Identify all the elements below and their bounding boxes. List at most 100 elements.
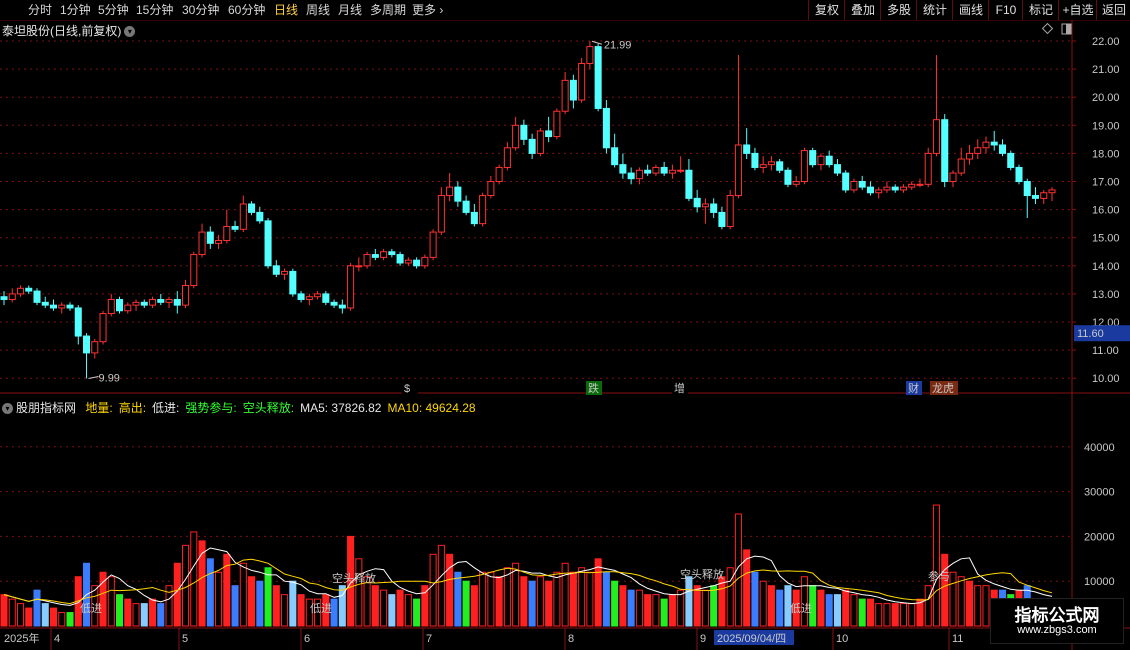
volume-bar	[677, 589, 685, 627]
candle-body	[644, 169, 652, 174]
candle-body	[965, 152, 974, 160]
volume-bar	[520, 576, 528, 627]
candle-body	[536, 130, 544, 154]
candle-body	[231, 225, 239, 230]
candle-body	[1023, 181, 1031, 197]
volume-bar	[759, 580, 767, 627]
candle-body	[91, 341, 99, 354]
candle-body	[990, 141, 998, 146]
price-tick-label: 22.00	[1092, 36, 1120, 48]
candle-body	[380, 251, 388, 258]
volume-bar	[578, 567, 586, 627]
candle-body	[776, 161, 784, 171]
volume-annotation: 低进	[310, 602, 332, 615]
candle-body	[264, 220, 272, 267]
volume-bar	[536, 576, 544, 627]
candle-body	[718, 211, 726, 227]
volume-bar	[825, 594, 833, 627]
candle-body	[99, 313, 107, 343]
volume-bar	[611, 580, 619, 627]
current-price-label: 11.60	[1077, 328, 1104, 340]
volume-bar	[355, 558, 363, 627]
month-label: 9	[700, 633, 706, 645]
candle-body	[957, 158, 965, 174]
volume-bar	[264, 567, 272, 627]
diamond-icon	[1041, 22, 1054, 35]
volume-bar	[380, 589, 388, 627]
volume-bar	[685, 576, 693, 627]
candle-body	[891, 186, 899, 191]
volume-bar	[833, 594, 841, 627]
price-tick-label: 17.00	[1092, 177, 1120, 189]
candle-body	[470, 211, 478, 225]
volume-bar	[429, 553, 437, 627]
volume-bar	[965, 580, 974, 627]
candle-body	[272, 265, 280, 275]
candle-body	[883, 186, 891, 191]
candle-body	[0, 296, 8, 301]
volume-annotation: 空头释放	[680, 567, 724, 581]
candle-body	[974, 147, 982, 154]
candle-body	[982, 141, 990, 149]
candle-body	[239, 203, 247, 230]
panel-toggle-icon-fill	[1066, 24, 1071, 34]
volume-bar	[140, 603, 148, 627]
price-tick-label: 13.00	[1092, 289, 1120, 301]
volume-bar	[635, 589, 643, 627]
watermark: 指标公式网 www.zbgs3.com	[990, 598, 1124, 644]
cursor-date-label: 2025/09/04/四	[717, 633, 786, 645]
price-tick-label: 18.00	[1092, 148, 1120, 160]
volume-bar	[149, 598, 157, 627]
volume-bar	[190, 531, 198, 627]
candle-body	[173, 299, 181, 306]
volume-bar	[594, 558, 602, 627]
candle-body	[454, 186, 462, 202]
volume-bar	[124, 598, 132, 627]
chart-area[interactable]: 22.00 21.00 20.00 19.00 18.00 17.00 16.00 15.00…	[0, 0, 1130, 650]
volume-bar	[25, 607, 33, 627]
volume-annotation: 空头释放	[332, 571, 376, 585]
candle-body	[784, 169, 792, 185]
candle-body	[850, 181, 858, 191]
candle-body	[404, 259, 412, 264]
candle-body	[503, 147, 511, 168]
candle-body	[338, 304, 346, 309]
candle-body	[297, 293, 305, 301]
volume-bar	[553, 571, 561, 627]
high-pointer	[591, 40, 603, 45]
volume-bar	[693, 585, 701, 627]
watermark-title: 指标公式网	[1014, 606, 1100, 625]
volume-bar	[462, 580, 470, 627]
volume-bar	[800, 576, 808, 627]
volume-bar	[41, 603, 49, 627]
price-tick-label: 21.00	[1092, 64, 1120, 76]
candle-body	[49, 304, 58, 309]
volume-bar	[8, 598, 16, 627]
candle-body	[578, 62, 586, 101]
candle-body	[652, 166, 660, 174]
candle-body	[347, 265, 355, 309]
volume-bar	[396, 589, 404, 627]
volume-bar	[231, 585, 239, 627]
candle-body	[668, 169, 676, 174]
month-label: 11	[952, 633, 963, 645]
volume-bar	[858, 598, 866, 627]
candle-body	[149, 299, 157, 306]
volume-bar	[545, 580, 553, 627]
candle-body	[825, 155, 833, 166]
candle-body	[41, 301, 49, 306]
volume-annotation: 低进	[80, 602, 102, 615]
candle-body	[248, 203, 256, 213]
candle-body	[800, 150, 808, 182]
month-label: 6	[304, 633, 310, 645]
candle-body	[759, 164, 767, 168]
candle-body	[941, 119, 949, 182]
candle-body	[190, 254, 198, 286]
candle-body	[1048, 189, 1056, 194]
candle-body	[25, 287, 33, 292]
candle-body	[16, 287, 25, 295]
candle-body	[594, 46, 602, 109]
candle-body	[33, 290, 41, 303]
volume-bar	[891, 603, 899, 627]
price-tick-label: 19.00	[1092, 120, 1120, 132]
